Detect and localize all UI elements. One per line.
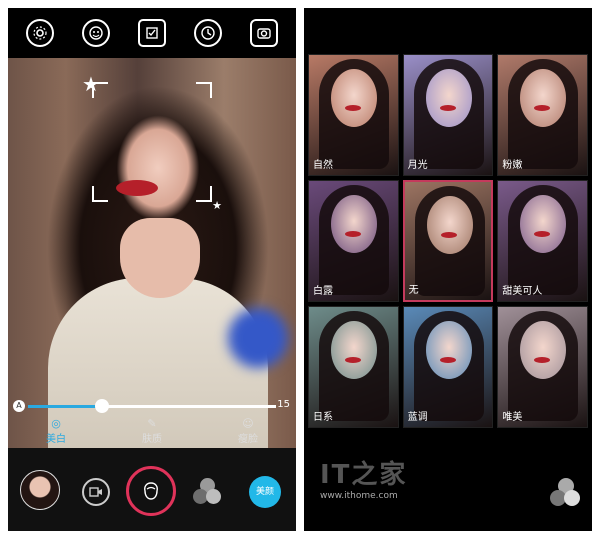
star-small-icon: ★ <box>212 199 222 212</box>
tab-label: 美白 <box>46 434 66 445</box>
bottom-bar: 美颜 <box>8 448 296 531</box>
filter-label: 日系 <box>313 412 333 423</box>
filter-label: 唯美 <box>502 412 523 423</box>
filter-thumbnail[interactable]: 蓝调 <box>402 306 494 428</box>
video-mode-button[interactable] <box>82 478 110 506</box>
checklist-icon[interactable] <box>138 19 166 47</box>
filter-label: 甜美可人 <box>502 286 543 297</box>
filter-label: 蓝调 <box>407 412 428 423</box>
filter-thumbnail[interactable]: 月光 <box>402 54 494 176</box>
slim-face-icon: ☺ <box>242 417 254 430</box>
filter-dot <box>206 489 221 504</box>
tab-label: 瘦脸 <box>238 434 258 445</box>
preview-neck <box>120 218 200 298</box>
slider-fill <box>28 405 103 408</box>
slider-max-label: 15 <box>277 399 290 410</box>
clock-icon[interactable] <box>194 19 222 47</box>
watermark: IT之家 www.ithome.com <box>320 454 440 514</box>
star-icon: ★ <box>82 72 100 96</box>
beauty-button[interactable]: 美颜 <box>249 476 281 508</box>
tab-whitening[interactable]: ◎ 美白 <box>46 418 66 448</box>
filter-thumbnail[interactable]: 粉嫩 <box>497 54 588 176</box>
watermark-logo: IT之家 <box>320 460 408 490</box>
tab-skin[interactable]: ✎ 肤质 <box>142 418 162 448</box>
filter-label: 自然 <box>313 160 333 171</box>
preview-blue-light <box>228 308 288 368</box>
settings-icon[interactable] <box>26 19 54 47</box>
filter-dot <box>564 490 580 506</box>
face-detection-frame: ★ ★ <box>82 74 222 212</box>
whitening-icon: ◎ <box>51 417 61 430</box>
filter-label: 白露 <box>313 286 333 297</box>
face-outline-icon <box>144 482 158 500</box>
video-icon <box>89 487 102 497</box>
filter-thumbnail[interactable]: 唯美 <box>497 306 588 428</box>
frame-corner <box>196 186 212 202</box>
brush-icon: ✎ <box>147 417 157 430</box>
filter-thumbnail[interactable]: 日系 <box>308 306 399 428</box>
camera-screen: ★ ★ A 15 ◎ 美白 ✎ 肤质 ☺ 瘦脸 美颜 <box>8 8 296 531</box>
beauty-tabs: ◎ 美白 ✎ 肤质 ☺ 瘦脸 <box>8 418 296 448</box>
filter-thumbnail[interactable]: 自然 <box>308 54 399 176</box>
tab-slim-face[interactable]: ☺ 瘦脸 <box>238 418 258 448</box>
filter-screen: 自然 月光 粉嫩 白露 无 甜美可人 日系 蓝调 唯美 IT之家 www.ith… <box>304 8 592 531</box>
slider-thumb[interactable] <box>95 399 110 413</box>
watermark-url: www.ithome.com <box>320 491 398 501</box>
filter-thumbnail[interactable]: 甜美可人 <box>497 180 588 302</box>
filter-label: 无 <box>408 285 419 296</box>
camera-preview[interactable]: ★ ★ <box>8 58 296 448</box>
filter-grid: 自然 月光 粉嫩 白露 无 甜美可人 日系 蓝调 唯美 <box>308 54 588 428</box>
filters-toggle-button[interactable] <box>550 478 580 508</box>
filter-label: 粉嫩 <box>502 160 523 171</box>
tab-label: 肤质 <box>142 434 162 445</box>
slider-min-label: A <box>13 400 25 412</box>
filter-thumbnail[interactable]: 白露 <box>308 180 399 302</box>
frame-corner <box>92 186 108 202</box>
filters-button[interactable] <box>193 478 221 506</box>
slider-track[interactable] <box>28 399 276 413</box>
top-toolbar <box>8 8 296 58</box>
beauty-level-slider[interactable]: A 15 <box>8 396 296 418</box>
shutter-button[interactable] <box>126 466 176 516</box>
filter-label: 月光 <box>407 160 428 171</box>
frame-corner <box>196 82 212 98</box>
filter-thumbnail[interactable]: 无 <box>402 180 494 302</box>
gallery-thumbnail[interactable] <box>20 470 60 510</box>
face-beauty-icon[interactable] <box>82 19 110 47</box>
flip-camera-icon[interactable] <box>250 19 278 47</box>
